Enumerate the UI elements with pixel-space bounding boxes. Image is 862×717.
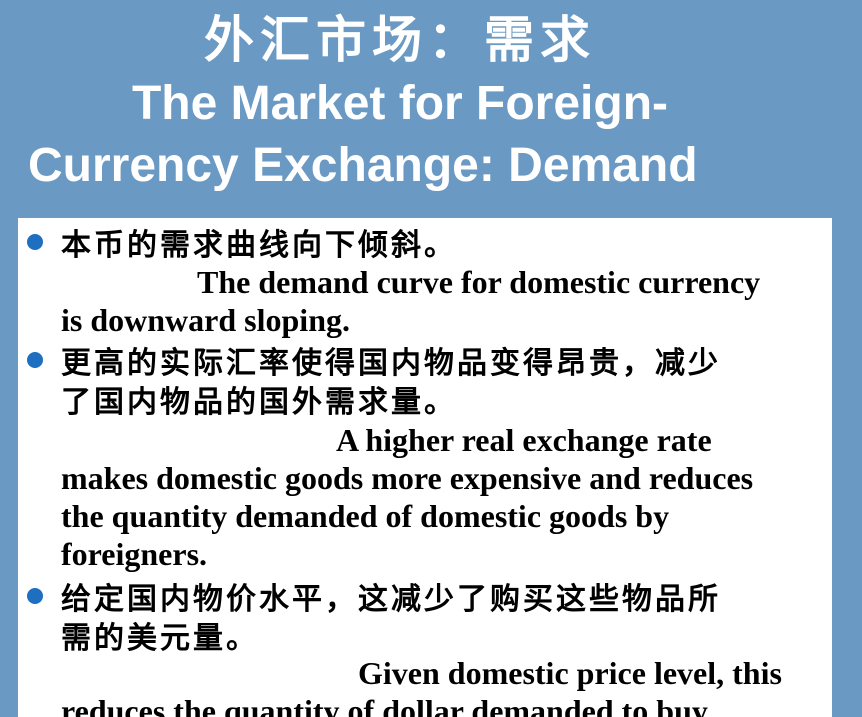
slide-content-panel: 本币的需求曲线向下倾斜。 The demand curve for domest… — [18, 218, 832, 717]
bullet-3-chinese-line-2: 需的美元量。 — [61, 621, 259, 656]
bullet-1-chinese-line-1: 本币的需求曲线向下倾斜。 — [61, 228, 457, 263]
bullet-1-chinese-text: 本币的需求曲线向下倾斜。 — [61, 226, 821, 265]
slide-title-chinese: 外汇市场：需求 — [204, 11, 596, 69]
bullet-1-english-line-2: is downward sloping. — [61, 302, 350, 338]
bullet-dot-icon — [27, 588, 43, 604]
bullet-dot-icon — [27, 352, 43, 368]
bullet-1-english-line-1: The demand curve for domestic currency — [197, 264, 761, 300]
bullet-2-chinese-text: 更高的实际汇率使得国内物品变得昂贵，减少 了国内物品的国外需求量。 — [61, 344, 821, 422]
bullet-3-chinese-text: 给定国内物价水平，这减少了购买这些物品所 需的美元量。 — [61, 580, 821, 658]
slide-title-english-line-1: The Market for Foreign- — [131, 77, 669, 130]
bullet-3-english-text: Given domestic price level, this reduces… — [61, 654, 826, 717]
bullet-2-english-line-4: foreigners. — [61, 536, 208, 572]
bullet-2-english-line-3: the quantity demanded of domestic goods … — [61, 498, 670, 534]
slide-title-block: 外汇市场：需求 The Market for Foreign- Currency… — [0, 0, 862, 215]
bullet-dot-icon — [27, 234, 43, 250]
bullet-3-chinese-line-1: 给定国内物价水平，这减少了购买这些物品所 — [61, 582, 721, 617]
bullet-1-english-text: The demand curve for domestic currency i… — [61, 263, 826, 339]
bullet-3-english-line-2: reduces the quantity of dollar demanded … — [61, 693, 708, 717]
bullet-2-chinese-line-2: 了国内物品的国外需求量。 — [61, 385, 457, 420]
slide-title-english-line-2: Currency Exchange: Demand — [28, 139, 698, 192]
bullet-3-english-line-1: Given domestic price level, this — [358, 655, 782, 691]
bullet-2-chinese-line-1: 更高的实际汇率使得国内物品变得昂贵，减少 — [61, 346, 721, 381]
bullet-2-english-text: A higher real exchange rate makes domest… — [61, 421, 826, 573]
bullet-2-english-line-1: A higher real exchange rate — [336, 422, 712, 458]
bullet-2-english-line-2: makes domestic goods more expensive and … — [61, 460, 754, 496]
